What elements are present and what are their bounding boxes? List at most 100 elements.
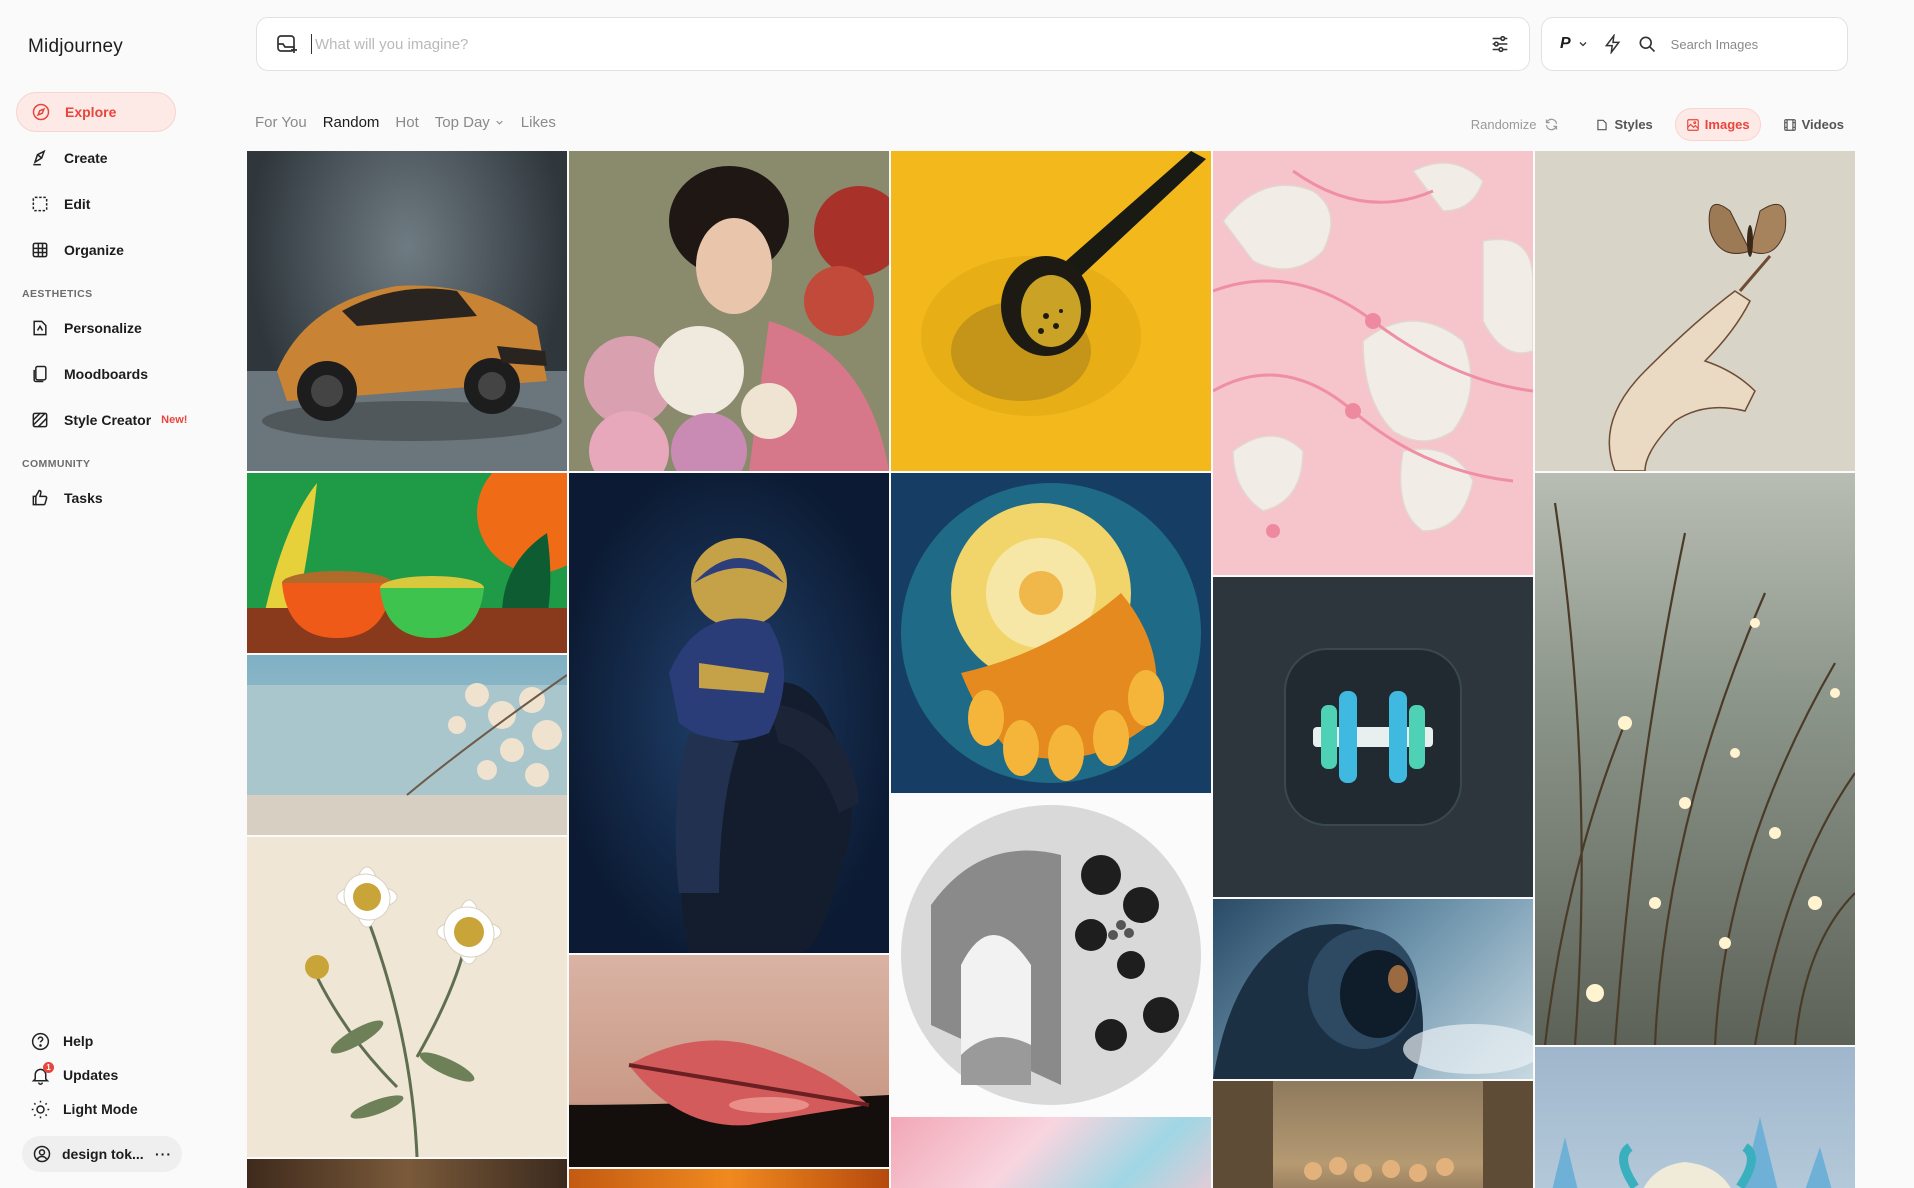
image-swirl-sun[interactable] <box>891 473 1211 793</box>
updates-link[interactable]: 1 Updates <box>16 1058 220 1092</box>
user-avatar-icon <box>33 1145 51 1163</box>
user-name: design tok... <box>62 1146 144 1162</box>
nav-edit[interactable]: Edit <box>16 184 220 224</box>
bell-icon-wrap: 1 <box>30 1061 54 1086</box>
images-toggle[interactable]: Images <box>1674 108 1761 141</box>
jockey-art <box>669 538 859 953</box>
light-mode-label: Light Mode <box>63 1101 138 1117</box>
styles-toggle[interactable]: Styles <box>1585 109 1662 140</box>
videos-label: Videos <box>1801 117 1844 132</box>
sidebar: Midjourney Explore Create Edit Organize … <box>0 0 236 1188</box>
prompt-input[interactable] <box>311 34 1477 54</box>
bottom-nav: Help 1 Updates Light Mode <box>16 1024 220 1126</box>
section-community: COMMUNITY <box>22 458 91 470</box>
light-mode-toggle[interactable]: Light Mode <box>16 1092 220 1126</box>
compass-icon <box>32 103 50 121</box>
updates-label: Updates <box>63 1067 119 1083</box>
images-label: Images <box>1704 117 1750 132</box>
image-partial-col5[interactable] <box>1535 1047 1855 1188</box>
nav-organize[interactable]: Organize <box>16 230 220 270</box>
lips-art <box>569 1040 889 1167</box>
tab-for-you[interactable]: For You <box>255 114 307 131</box>
tab-random[interactable]: Random <box>323 114 380 131</box>
image-daisies[interactable] <box>247 837 567 1157</box>
randomize-button[interactable]: Randomize <box>1471 117 1560 132</box>
moodboard-icon <box>33 365 47 383</box>
nav-create[interactable]: Create <box>16 138 220 178</box>
image-woman-flowers[interactable] <box>569 151 889 471</box>
nav-personalize-label: Personalize <box>64 320 142 336</box>
image-spoon-yellow[interactable] <box>891 151 1211 471</box>
woman-flowers-art <box>569 151 889 471</box>
image-lips[interactable] <box>569 955 889 1167</box>
swirl-sun-art <box>901 483 1201 783</box>
image-jockey-horse[interactable] <box>569 473 889 953</box>
chevron-down-icon <box>1579 42 1587 47</box>
search-input[interactable] <box>1670 36 1811 52</box>
randomize-label: Randomize <box>1470 117 1537 132</box>
help-label: Help <box>63 1033 94 1049</box>
nav-edit-label: Edit <box>64 196 91 212</box>
nav-style-creator[interactable]: Style Creator New! <box>16 400 220 440</box>
videos-icon <box>1783 118 1796 131</box>
images-icon <box>1686 118 1699 131</box>
grid-icon <box>32 242 48 258</box>
nav-moodboards[interactable]: Moodboards <box>16 354 220 394</box>
image-dewy-grass[interactable] <box>1535 473 1855 1045</box>
image-astronaut[interactable] <box>1213 899 1533 1079</box>
daisy-art <box>305 866 502 1157</box>
personalize-icon <box>33 320 47 336</box>
section-aesthetics: AESTHETICS <box>22 288 93 300</box>
children-ruins-art <box>1213 1081 1533 1188</box>
image-partial-col2[interactable] <box>569 1169 889 1188</box>
image-partial-col1[interactable] <box>247 1159 567 1188</box>
videos-toggle[interactable]: Videos <box>1773 109 1854 140</box>
dewy-grass-art <box>1543 502 1855 1045</box>
image-prompt-icon[interactable] <box>275 32 299 56</box>
settings-sliders-icon[interactable] <box>1489 33 1511 55</box>
edit-icon <box>32 196 48 212</box>
spoon-art <box>921 151 1206 416</box>
image-pink-cats[interactable] <box>1213 151 1533 575</box>
image-butterfly-hand[interactable] <box>1535 151 1855 471</box>
sports-car-art <box>247 285 567 471</box>
search-icon <box>1639 36 1655 53</box>
image-sports-car[interactable] <box>247 151 567 471</box>
style-creator-icon <box>32 412 48 428</box>
dumbbell-icon-art <box>1284 648 1462 826</box>
image-grid <box>247 151 1855 1188</box>
astronaut-art <box>1213 924 1533 1079</box>
help-link[interactable]: Help <box>16 1024 220 1058</box>
tab-likes[interactable]: Likes <box>521 114 556 131</box>
image-flower-shadow[interactable] <box>247 655 567 835</box>
personalization-dropdown[interactable]: P <box>1560 35 1589 53</box>
chevron-down-icon <box>496 120 503 125</box>
tab-top-day-label: Top Day <box>434 114 490 131</box>
styles-icon <box>1597 119 1608 130</box>
nav-explore[interactable]: Explore <box>16 92 176 132</box>
tab-top-day[interactable]: Top Day <box>435 114 505 131</box>
view-controls: Randomize Styles Images Videos <box>1471 108 1854 141</box>
image-partial-col3[interactable] <box>891 1117 1211 1188</box>
brand-logo[interactable]: Midjourney <box>28 36 123 58</box>
nav-explore-label: Explore <box>65 104 117 120</box>
main-nav: Explore Create Edit Organize AESTHETICS … <box>16 92 220 524</box>
refresh-icon <box>1546 118 1558 131</box>
nav-tasks[interactable]: Tasks <box>16 478 220 518</box>
personalization-mode: P <box>1560 35 1571 52</box>
tropical-art <box>247 473 567 653</box>
tab-hot[interactable]: Hot <box>395 114 418 131</box>
image-dumbbell-app-icon[interactable] <box>1213 577 1533 897</box>
crystal-creature-art <box>1552 1117 1832 1188</box>
nav-personalize[interactable]: Personalize <box>16 308 220 348</box>
user-account-button[interactable]: design tok... ··· <box>22 1136 182 1172</box>
image-tropical-bowls[interactable] <box>247 473 567 653</box>
nav-moodboards-label: Moodboards <box>64 366 148 382</box>
image-children-ruins[interactable] <box>1213 1081 1533 1188</box>
nav-organize-label: Organize <box>64 242 124 258</box>
lightning-icon[interactable] <box>1603 34 1623 54</box>
nav-tasks-label: Tasks <box>64 490 103 506</box>
more-options-icon[interactable]: ··· <box>155 1146 172 1162</box>
image-ruins-circle[interactable] <box>891 795 1211 1115</box>
updates-count-badge: 1 <box>43 1061 54 1073</box>
